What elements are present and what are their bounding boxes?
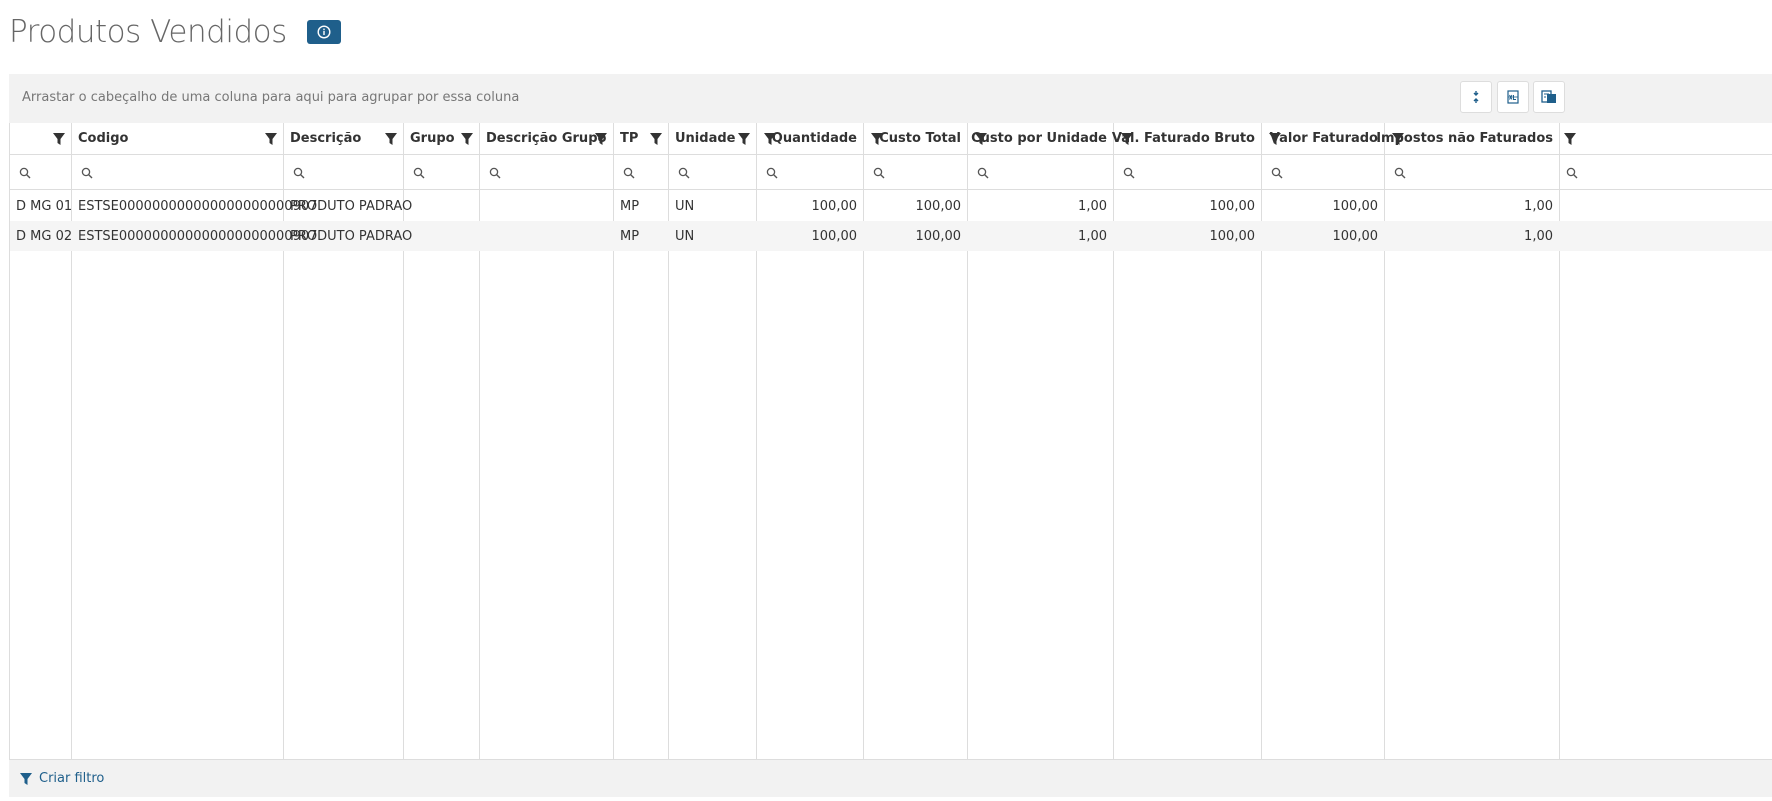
cell-val-faturado-bruto: 100,00 <box>1209 199 1256 214</box>
cell-codigo: ESTSE000000000000000000000907 <box>78 229 318 244</box>
column-header-tp[interactable]: TP <box>620 131 638 146</box>
filter-icon[interactable] <box>737 132 751 146</box>
cell-descricao: PRODUTO PADRAO <box>290 199 413 214</box>
filter-panel: Criar filtro <box>9 759 1772 797</box>
cell-quantidade: 100,00 <box>811 229 858 244</box>
create-filter-label: Criar filtro <box>39 771 105 786</box>
cell-val-faturado-bruto: 100,00 <box>1209 229 1256 244</box>
cell-impostos-nao-faturados: 1,00 <box>1524 199 1553 214</box>
search-icon <box>977 167 989 179</box>
search-icon <box>623 167 635 179</box>
excel-icon <box>1507 90 1519 104</box>
search-icon <box>1271 167 1283 179</box>
cell-codigo: ESTSE000000000000000000000907 <box>78 199 318 214</box>
filter-cell[interactable] <box>1262 155 1385 190</box>
filter-cell[interactable] <box>864 155 968 190</box>
column-chooser-button[interactable] <box>1460 81 1492 113</box>
filter-cell[interactable] <box>284 155 404 190</box>
cell-valor-faturado: 100,00 <box>1332 199 1379 214</box>
filter-icon[interactable] <box>594 132 608 146</box>
search-icon <box>413 167 425 179</box>
cell-unidade: UN <box>675 199 695 214</box>
filter-row <box>10 155 1772 190</box>
cell-unidade: UN <box>675 229 695 244</box>
header-row: Codigo Descrição Grupo Descrição Grupo T… <box>10 123 1772 155</box>
column-header-quantidade[interactable]: Quantidade <box>772 131 857 146</box>
page-header: Produtos Vendidos <box>9 12 341 52</box>
grid-table: Codigo Descrição Grupo Descrição Grupo T… <box>9 123 1772 759</box>
cell-descricao: PRODUTO PADRAO <box>290 229 413 244</box>
filter-cell[interactable] <box>1385 155 1560 190</box>
group-panel[interactable]: Arrastar o cabeçalho de uma coluna para … <box>9 74 1772 123</box>
filter-icon[interactable] <box>384 132 398 146</box>
column-header-descricao-grupo[interactable]: Descrição Grupo <box>486 131 606 146</box>
search-icon <box>19 167 31 179</box>
column-header-grupo[interactable]: Grupo <box>410 131 455 146</box>
filter-icon[interactable] <box>264 132 278 146</box>
cell-quantidade: 100,00 <box>811 199 858 214</box>
search-icon <box>766 167 778 179</box>
info-button[interactable] <box>306 20 341 44</box>
filter-cell[interactable] <box>10 155 72 190</box>
search-icon <box>873 167 885 179</box>
filter-cell[interactable] <box>72 155 284 190</box>
search-icon <box>1566 167 1578 179</box>
group-panel-hint: Arrastar o cabeçalho de uma coluna para … <box>22 90 520 105</box>
search-icon <box>293 167 305 179</box>
cell-tp: MP <box>620 199 640 214</box>
filter-cell[interactable] <box>614 155 669 190</box>
column-header-custo-total[interactable]: Custo Total <box>879 131 961 146</box>
column-header-codigo[interactable]: Codigo <box>78 131 128 146</box>
filter-cell[interactable] <box>1560 155 1578 190</box>
cell-impostos-nao-faturados: 1,00 <box>1524 229 1553 244</box>
filter-cell[interactable] <box>757 155 864 190</box>
search-icon <box>1123 167 1135 179</box>
filter-cell[interactable] <box>480 155 614 190</box>
column-header-valor-faturado[interactable]: Valor Faturado <box>1270 131 1378 146</box>
data-grid: Arrastar o cabeçalho de uma coluna para … <box>9 74 1772 800</box>
create-filter-button[interactable]: Criar filtro <box>19 771 104 786</box>
cell-valor-faturado: 100,00 <box>1332 229 1379 244</box>
filter-icon[interactable] <box>460 132 474 146</box>
page-title: Produtos Vendidos <box>9 14 287 50</box>
cell-id: D MG 02 <box>16 229 73 244</box>
export-icon <box>1541 90 1556 103</box>
column-header-descricao[interactable]: Descrição <box>290 131 361 146</box>
export-excel-button[interactable] <box>1497 81 1529 113</box>
export-options-button[interactable] <box>1533 81 1565 113</box>
info-icon <box>317 25 331 39</box>
collapse-arrows-icon <box>1473 91 1479 103</box>
filter-icon <box>20 772 32 785</box>
filter-icon[interactable] <box>1563 132 1577 146</box>
filter-cell[interactable] <box>1114 155 1262 190</box>
cell-id: D MG 01 <box>16 199 73 214</box>
cell-custo-total: 100,00 <box>915 229 962 244</box>
search-icon <box>81 167 93 179</box>
filter-cell[interactable] <box>404 155 480 190</box>
filter-icon[interactable] <box>649 132 663 146</box>
filter-cell[interactable] <box>968 155 1114 190</box>
column-header-val-faturado-bruto[interactable]: Val. Faturado Bruto <box>1112 131 1255 146</box>
column-header-impostos-nao-faturados[interactable]: Impostos não Faturados <box>1376 131 1553 146</box>
search-icon <box>1394 167 1406 179</box>
search-icon <box>489 167 501 179</box>
column-header-unidade[interactable]: Unidade <box>675 131 735 146</box>
cell-custo-por-unidade: 1,00 <box>1078 199 1107 214</box>
column-header-custo-por-unidade[interactable]: Custo por Unidade <box>971 131 1107 146</box>
filter-cell[interactable] <box>669 155 757 190</box>
search-icon <box>678 167 690 179</box>
filter-icon[interactable] <box>52 132 66 146</box>
cell-custo-por-unidade: 1,00 <box>1078 229 1107 244</box>
table-row[interactable]: D MG 02 ESTSE000000000000000000000907 PR… <box>10 221 1772 251</box>
table-row[interactable]: D MG 01 ESTSE000000000000000000000907 PR… <box>10 191 1772 221</box>
cell-tp: MP <box>620 229 640 244</box>
cell-custo-total: 100,00 <box>915 199 962 214</box>
